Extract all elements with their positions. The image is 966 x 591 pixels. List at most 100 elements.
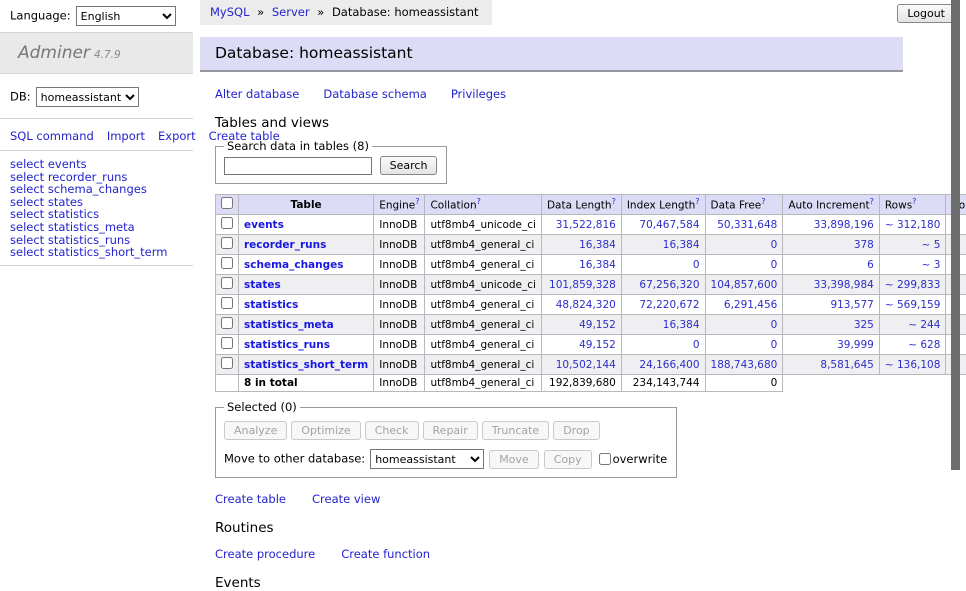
auto-increment-link[interactable]: 33,398,984 [814, 279, 874, 291]
row-checkbox-recorder-runs[interactable] [221, 237, 233, 249]
link-create-procedure[interactable]: Create procedure [215, 547, 315, 561]
link-create-view[interactable]: Create view [312, 492, 380, 506]
data-length-link[interactable]: 49,152 [579, 319, 616, 331]
link-create-table[interactable]: Create table [215, 492, 286, 506]
auto-increment-link[interactable]: 913,577 [830, 299, 873, 311]
rows-link[interactable]: ~ 569,159 [885, 299, 941, 311]
help-icon[interactable]: ? [870, 197, 874, 206]
table-link-statistics-runs[interactable]: statistics_runs [244, 339, 330, 351]
row-checkbox-states[interactable] [221, 277, 233, 289]
repair-button[interactable]: Repair [423, 421, 478, 440]
total-engine-cell: InnoDB [374, 375, 425, 392]
optimize-button[interactable]: Optimize [291, 421, 360, 440]
rows-link[interactable]: ~ 244 [908, 319, 940, 331]
rows-link[interactable]: ~ 299,833 [885, 279, 941, 291]
move-db-select[interactable]: homeassistant [370, 449, 484, 469]
help-icon[interactable]: ? [415, 197, 419, 206]
search-button[interactable]: Search [380, 156, 438, 175]
column-header-data-free: Data Free? [705, 195, 783, 215]
help-icon[interactable]: ? [761, 197, 765, 206]
data-length-link[interactable]: 31,522,816 [556, 219, 616, 231]
scrollbar-thumb[interactable] [951, 0, 960, 470]
language-select[interactable]: English [76, 6, 176, 26]
overwrite-checkbox[interactable] [599, 453, 611, 465]
row-checkbox-events[interactable] [221, 217, 233, 229]
link-privileges[interactable]: Privileges [451, 87, 506, 101]
auto-increment-link[interactable]: 325 [854, 319, 874, 331]
data-free-link[interactable]: 0 [771, 319, 778, 331]
table-name-cell: statistics_runs [239, 335, 374, 355]
data-length-link[interactable]: 49,152 [579, 339, 616, 351]
index-length-link[interactable]: 0 [693, 259, 700, 271]
index-length-link[interactable]: 16,384 [663, 239, 700, 251]
table-link-statistics-short-term[interactable]: statistics_short_term [244, 359, 368, 371]
row-checkbox-schema-changes[interactable] [221, 257, 233, 269]
breadcrumb-mysql[interactable]: MySQL [210, 5, 250, 19]
data-free-link[interactable]: 6,291,456 [724, 299, 777, 311]
data-length-link[interactable]: 10,502,144 [556, 359, 616, 371]
data-free-cell: 104,857,600 [705, 275, 783, 295]
data-free-link[interactable]: 0 [771, 259, 778, 271]
link-create-function[interactable]: Create function [341, 547, 430, 561]
data-free-link[interactable]: 50,331,648 [717, 219, 777, 231]
row-checkbox-statistics[interactable] [221, 297, 233, 309]
rows-link[interactable]: ~ 5 [922, 239, 941, 251]
truncate-button[interactable]: Truncate [482, 421, 549, 440]
data-length-link[interactable]: 101,859,328 [549, 279, 616, 291]
rows-link[interactable]: ~ 312,180 [885, 219, 941, 231]
breadcrumb-server[interactable]: Server [272, 5, 310, 19]
logout-button[interactable]: Logout [897, 4, 955, 23]
table-link-states[interactable]: states [244, 279, 281, 291]
drop-button[interactable]: Drop [553, 421, 599, 440]
index-length-link[interactable]: 70,467,584 [639, 219, 699, 231]
search-input[interactable] [224, 157, 372, 175]
data-length-link[interactable]: 16,384 [579, 259, 616, 271]
check-button[interactable]: Check [365, 421, 419, 440]
db-select[interactable]: homeassistant [36, 87, 139, 107]
table-link-recorder-runs[interactable]: recorder_runs [244, 239, 326, 251]
data-length-link[interactable]: 16,384 [579, 239, 616, 251]
data-length-link[interactable]: 48,824,320 [556, 299, 616, 311]
auto-increment-link[interactable]: 39,999 [837, 339, 874, 351]
select-all-checkbox[interactable] [221, 197, 233, 209]
index-length-link[interactable]: 72,220,672 [639, 299, 699, 311]
table-link-schema-changes[interactable]: schema_changes [244, 259, 344, 271]
table-link-statistics-meta[interactable]: statistics_meta [244, 319, 334, 331]
auto-increment-link[interactable]: 378 [854, 239, 874, 251]
auto-increment-link[interactable]: 8,581,645 [820, 359, 873, 371]
index-length-link[interactable]: 0 [693, 339, 700, 351]
copy-button[interactable]: Copy [544, 450, 592, 469]
index-length-link[interactable]: 16,384 [663, 319, 700, 331]
rows-link[interactable]: ~ 3 [922, 259, 941, 271]
help-icon[interactable]: ? [477, 197, 481, 206]
move-button[interactable]: Move [489, 450, 539, 469]
rows-link[interactable]: ~ 136,108 [885, 359, 941, 371]
column-header-data-length: Data Length? [541, 195, 621, 215]
link-alter-database[interactable]: Alter database [215, 87, 299, 101]
data-free-link[interactable]: 0 [771, 239, 778, 251]
help-icon[interactable]: ? [912, 197, 916, 206]
data-free-link[interactable]: 104,857,600 [711, 279, 778, 291]
help-icon[interactable]: ? [695, 197, 699, 206]
sidebar-action-export[interactable]: Export [158, 129, 196, 143]
row-checkbox-statistics-meta[interactable] [221, 317, 233, 329]
index-length-link[interactable]: 67,256,320 [639, 279, 699, 291]
table-link-statistics[interactable]: statistics [244, 299, 298, 311]
rows-link[interactable]: ~ 628 [908, 339, 940, 351]
sidebar-action-import[interactable]: Import [107, 129, 145, 143]
auto-increment-link[interactable]: 6 [867, 259, 874, 271]
data-free-link[interactable]: 188,743,680 [711, 359, 778, 371]
data-free-link[interactable]: 0 [771, 339, 778, 351]
index-length-link[interactable]: 24,166,400 [639, 359, 699, 371]
sidebar-select-statistics-short-term[interactable]: select [10, 245, 44, 259]
row-checkbox-statistics-runs[interactable] [221, 337, 233, 349]
sidebar-table-statistics-short-term[interactable]: statistics_short_term [48, 245, 168, 259]
sidebar-action-sql-command[interactable]: SQL command [10, 129, 94, 143]
table-link-events[interactable]: events [244, 219, 284, 231]
routines-heading: Routines [215, 520, 966, 536]
auto-increment-link[interactable]: 33,898,196 [814, 219, 874, 231]
analyze-button[interactable]: Analyze [224, 421, 287, 440]
help-icon[interactable]: ? [612, 197, 616, 206]
row-checkbox-statistics-short-term[interactable] [221, 357, 233, 369]
link-database-schema[interactable]: Database schema [323, 87, 426, 101]
